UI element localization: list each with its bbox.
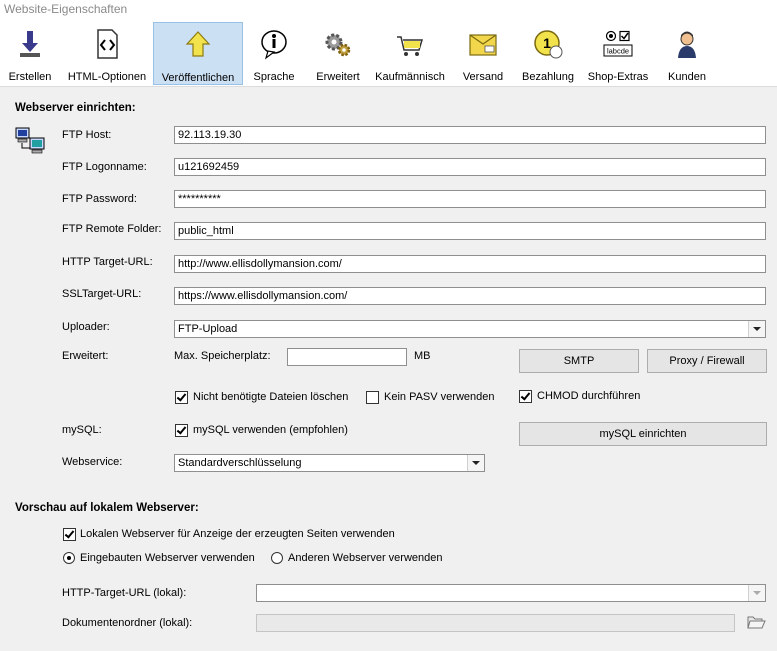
chmod-label: CHMOD durchführen	[537, 390, 641, 402]
download-arrow-icon	[20, 31, 40, 57]
tab-label: Kaufmännisch	[375, 71, 445, 83]
other-webserver-radio[interactable]	[271, 552, 283, 564]
max-storage-label: Max. Speicherplatz:	[174, 350, 271, 362]
erweitert-label: Erweitert:	[62, 350, 109, 362]
coin-icon: 1	[534, 30, 563, 59]
ftp-folder-label: FTP Remote Folder:	[62, 223, 162, 235]
webservice-select[interactable]: Standardverschlüsselung	[174, 454, 485, 472]
uploader-label: Uploader:	[62, 321, 110, 333]
ssl-url-input[interactable]: https://www.ellisdollymansion.com/	[174, 287, 766, 305]
webserver-heading: Webserver einrichten:	[15, 102, 136, 114]
local-url-select[interactable]	[256, 584, 766, 602]
tab-label: Erstellen	[8, 71, 52, 83]
delete-unneeded-checkbox[interactable]	[175, 391, 188, 404]
package-icon	[469, 34, 497, 56]
uploader-select[interactable]: FTP-Upload	[174, 320, 766, 338]
tab-label: Sprache	[253, 71, 295, 83]
html-code-icon	[97, 29, 118, 59]
preview-heading: Vorschau auf lokalem Webserver:	[15, 502, 199, 514]
other-webserver-label: Anderen Webserver verwenden	[288, 552, 443, 564]
tab-label: Erweitert	[316, 71, 360, 83]
tab-html-optionen[interactable]: HTML-Optionen	[66, 22, 148, 85]
shopping-cart-icon	[397, 36, 424, 56]
tab-kaufmaennisch[interactable]: Kaufmännisch	[374, 22, 446, 85]
proxy-firewall-button[interactable]: Proxy / Firewall	[647, 349, 767, 373]
chmod-checkbox[interactable]	[519, 390, 532, 403]
tab-versand[interactable]: Versand	[458, 22, 508, 85]
svg-text:1: 1	[543, 35, 551, 51]
webservice-label: Webservice:	[62, 456, 123, 468]
no-pasv-label: Kein PASV verwenden	[384, 391, 495, 403]
http-url-label: HTTP Target-URL:	[62, 256, 153, 268]
tab-label: Kunden	[668, 71, 706, 83]
mysql-setup-button[interactable]: mySQL einrichten	[519, 422, 767, 446]
docroot-label: Dokumentenordner (lokal):	[62, 617, 193, 629]
docroot-input[interactable]	[256, 614, 735, 632]
window-title: Website-Eigenschaften	[4, 2, 128, 16]
webservice-value: Standardverschlüsselung	[178, 457, 302, 469]
ftp-login-input[interactable]: u121692459	[174, 158, 766, 176]
chevron-down-icon[interactable]	[467, 455, 484, 471]
chevron-down-icon[interactable]	[748, 321, 765, 337]
info-bubble-icon	[261, 30, 287, 60]
ftp-password-input[interactable]: **********	[174, 190, 766, 208]
ftp-host-input[interactable]: 92.113.19.30	[174, 126, 766, 144]
use-local-webserver-checkbox[interactable]	[63, 528, 76, 541]
no-pasv-checkbox[interactable]	[366, 391, 379, 404]
tab-erstellen[interactable]: Erstellen	[2, 22, 58, 85]
tab-shop-extras[interactable]: labcde Shop-Extras	[586, 22, 650, 85]
network-computers-icon	[15, 127, 45, 154]
mysql-use-label: mySQL verwenden (empfohlen)	[193, 424, 348, 436]
form-controls-icon: labcde	[603, 30, 633, 57]
tab-label: HTML-Optionen	[67, 71, 147, 83]
window-titlebar: Website-Eigenschaften	[0, 0, 777, 20]
builtin-webserver-label: Eingebauten Webserver verwenden	[80, 552, 255, 564]
mysql-label: mySQL:	[62, 424, 102, 436]
max-storage-unit: MB	[414, 350, 431, 362]
customer-icon	[678, 31, 696, 58]
tab-label: Shop-Extras	[587, 71, 649, 83]
builtin-webserver-radio[interactable]	[63, 552, 75, 564]
folder-open-icon[interactable]	[746, 612, 766, 632]
smtp-button[interactable]: SMTP	[519, 349, 639, 373]
chevron-down-icon[interactable]	[748, 585, 765, 601]
toolbar: Erstellen HTML-Optionen Veröffentlichen …	[0, 20, 777, 87]
tab-bezahlung[interactable]: 1 Bezahlung	[518, 22, 578, 85]
tab-label: Bezahlung	[522, 71, 574, 83]
local-url-label: HTTP-Target-URL (lokal):	[62, 587, 187, 599]
http-url-input[interactable]: http://www.ellisdollymansion.com/	[174, 255, 766, 273]
uploader-value: FTP-Upload	[178, 323, 238, 335]
mysql-use-checkbox[interactable]	[175, 424, 188, 437]
use-local-webserver-label: Lokalen Webserver für Anzeige der erzeug…	[80, 528, 395, 540]
tab-sprache[interactable]: Sprache	[248, 22, 300, 85]
tab-erweitert[interactable]: Erweitert	[310, 22, 366, 85]
tab-label: Versand	[462, 71, 504, 83]
tab-veroeffentlichen[interactable]: Veröffentlichen	[153, 22, 243, 85]
tab-label: Veröffentlichen	[161, 72, 235, 84]
ftp-host-label: FTP Host:	[62, 129, 112, 141]
form-controls-icon-text: labcde	[607, 47, 629, 56]
gears-icon	[325, 33, 351, 57]
max-storage-input[interactable]	[287, 348, 407, 366]
ssl-url-label: SSLTarget-URL:	[62, 288, 142, 300]
tab-kunden[interactable]: Kunden	[660, 22, 714, 85]
upload-arrow-icon	[185, 31, 211, 57]
delete-unneeded-label: Nicht benötigte Dateien löschen	[193, 391, 349, 403]
ftp-password-label: FTP Password:	[62, 193, 137, 205]
ftp-login-label: FTP Logonname:	[62, 161, 147, 173]
ftp-folder-input[interactable]: public_html	[174, 222, 766, 240]
